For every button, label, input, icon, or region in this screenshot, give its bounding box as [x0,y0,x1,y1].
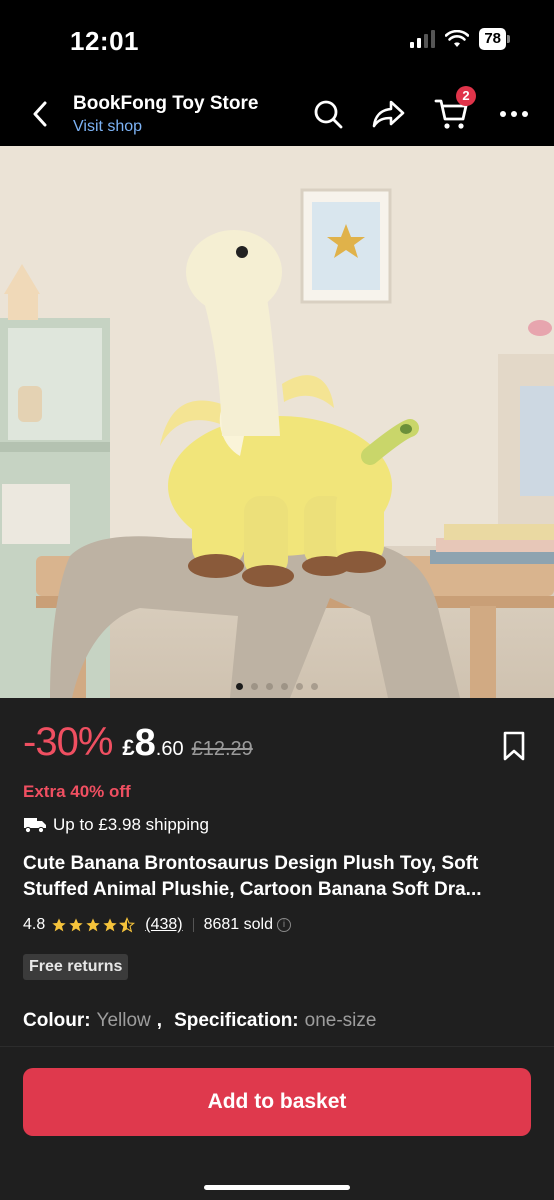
truck-icon [24,818,46,834]
variant-separator: , [156,1010,163,1031]
home-indicator[interactable] [204,1185,350,1190]
share-button[interactable] [369,94,409,134]
cart-count-badge: 2 [456,86,476,106]
review-count-link[interactable]: (438) [145,916,182,934]
battery-level: 78 [479,28,506,50]
cart-button[interactable]: 2 [432,86,476,134]
share-icon [372,100,405,128]
variant-selector[interactable]: Colour: Yellow , Specification: one-size [23,1010,376,1032]
back-arrow-icon [33,101,47,127]
carousel-dot[interactable] [281,683,288,690]
product-title[interactable]: Cute Banana Brontosaurus Design Plush To… [23,851,535,903]
product-title-line-2: Stuffed Animal Plushie, Cartoon Banana S… [23,879,482,900]
colour-value: Yellow [96,1010,151,1031]
shop-name[interactable]: BookFong Toy Store [73,93,258,115]
colour-label: Colour: [23,1010,91,1031]
status-bar: 12:01 78 [0,0,554,80]
rating-stars [51,917,136,933]
free-returns-badge: Free returns [23,954,129,980]
bookmark-icon [503,731,525,761]
shop-header: BookFong Toy Store Visit shop 2 [0,80,554,146]
extra-discount: Extra 40% off [23,782,131,801]
price-decimal: .60 [155,738,184,760]
info-icon[interactable]: i [277,918,291,932]
wifi-icon [445,30,470,47]
add-to-basket-button[interactable]: Add to basket [23,1068,531,1136]
status-time: 12:01 [70,26,139,56]
visit-shop-link[interactable]: Visit shop [73,118,142,136]
search-button[interactable] [308,94,348,134]
signal-icon [410,30,436,48]
shipping-text: Up to £3.98 shipping [53,815,209,834]
carousel-dot[interactable] [296,683,303,690]
status-indicators: 78 [410,28,510,50]
more-button[interactable] [494,94,534,134]
divider [192,918,194,932]
carousel-dot[interactable] [311,683,318,690]
price-row: -30% £ 8 .60 £12.29 [23,720,253,765]
save-button[interactable] [500,730,528,762]
product-title-line-1: Cute Banana Brontosaurus Design Plush To… [23,853,479,874]
half-star-icon [119,917,136,933]
back-button[interactable] [22,94,58,134]
spec-label: Specification: [174,1010,299,1031]
product-photo [0,146,554,698]
discount-percent: -30% [23,720,113,764]
star-icon [52,918,66,932]
star-icon [86,918,100,932]
search-icon [314,100,343,129]
battery-icon: 78 [479,28,510,50]
star-icon [69,918,83,932]
original-price: £12.29 [191,738,253,760]
product-image-carousel[interactable] [0,146,554,698]
spec-value: one-size [304,1010,377,1031]
rating-value: 4.8 [23,916,46,933]
price-main: 8 [134,722,156,764]
rating-row[interactable]: 4.8 (438) 8681 sold i [23,916,291,934]
carousel-dots [0,683,554,690]
star-icon [103,918,117,932]
sold-count: 8681 sold [203,916,273,933]
carousel-dot[interactable] [251,683,258,690]
more-icon [500,111,528,117]
bottom-action-bar: Add to basket [0,1046,554,1200]
price-currency: £ [122,735,135,760]
carousel-dot[interactable] [266,683,273,690]
shipping-info[interactable]: Up to £3.98 shipping [23,815,209,835]
product-info-panel: -30% £ 8 .60 £12.29 Extra 40% off Up to … [0,698,554,1046]
carousel-dot[interactable] [236,683,243,690]
